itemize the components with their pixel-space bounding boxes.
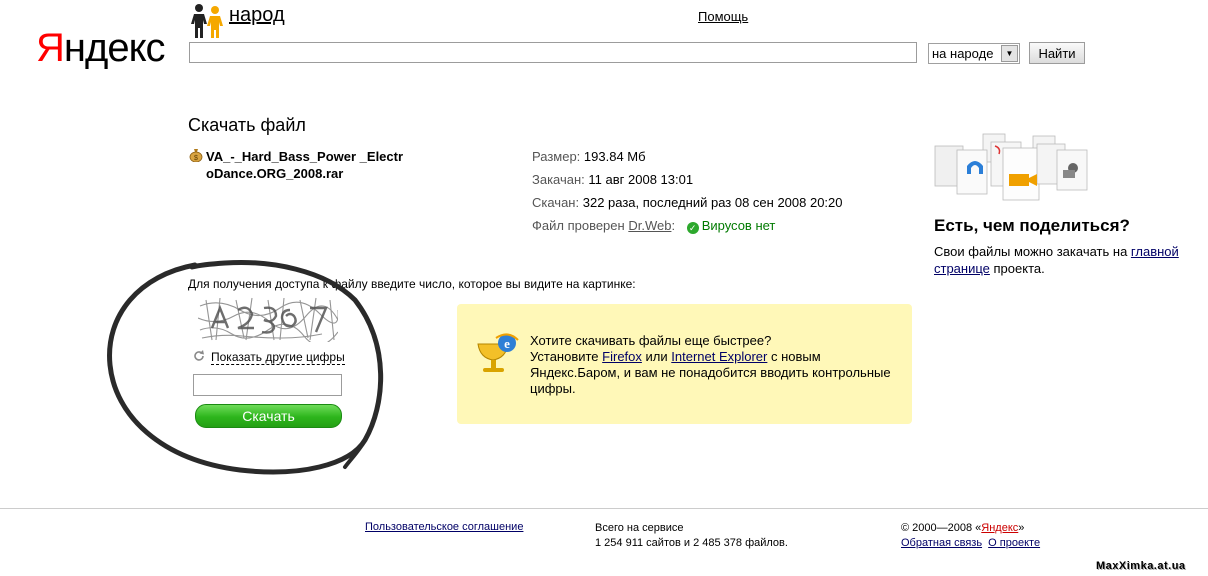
- about-project-link[interactable]: О проекте: [988, 537, 1040, 549]
- captcha-prompt: Для получения доступа к файлу введите чи…: [188, 277, 636, 291]
- file-virus-check: Файл проверен Dr.Web: ✓ Вирусов нет: [532, 218, 776, 234]
- copyright-block: © 2000—2008 «Яндекс» Обратная связь О пр…: [901, 522, 1041, 549]
- file-name: VA_-_Hard_Bass_Power _ElectroDance.ORG_2…: [206, 149, 404, 181]
- file-uploaded: Закачан: 11 авг 2008 13:01: [532, 172, 694, 187]
- promo-text: Хотите скачивать файлы еще быстрее? Уста…: [530, 333, 891, 396]
- share-text: Свои файлы можно закачать на главной стр…: [934, 244, 1179, 276]
- show-other-digits-link[interactable]: Показать другие цифры: [211, 350, 345, 365]
- search-input[interactable]: [189, 42, 917, 63]
- refresh-icon[interactable]: [193, 350, 205, 362]
- file-size: Размер: 193.84 Мб: [532, 149, 646, 164]
- share-title: Есть, чем поделиться?: [934, 216, 1130, 235]
- check-icon: ✓: [686, 222, 699, 234]
- service-stats: Всего на сервисе 1 254 911 сайтов и 2 48…: [595, 522, 788, 549]
- firefox-link[interactable]: Firefox: [602, 349, 642, 364]
- find-button[interactable]: Найти: [1029, 42, 1085, 64]
- narod-people-icon[interactable]: [190, 2, 226, 42]
- internet-explorer-link[interactable]: Internet Explorer: [671, 349, 767, 364]
- user-agreement-link[interactable]: Пользовательское соглашение: [365, 521, 523, 533]
- yandex-logo[interactable]: Яндекс: [36, 26, 166, 71]
- file-types-illustration: [934, 133, 1088, 201]
- svg-text:$: $: [194, 155, 198, 162]
- chevron-down-icon[interactable]: ▼: [1001, 45, 1018, 62]
- captcha-image: [198, 296, 338, 342]
- file-downloaded: Скачан: 322 раза, последний раз 08 сен 2…: [532, 195, 843, 210]
- narod-service-link[interactable]: народ: [229, 4, 285, 27]
- svg-text:e: e: [504, 336, 510, 351]
- virus-status: Вирусов нет: [701, 218, 776, 233]
- download-button[interactable]: Скачать: [195, 404, 342, 428]
- search-scope-select[interactable]: на народе ▼: [928, 43, 1020, 64]
- yandex-link[interactable]: Яндекс: [981, 522, 1018, 534]
- feedback-link[interactable]: Обратная связь: [901, 537, 982, 549]
- watermark: MaxXimka.at.ua: [1096, 560, 1186, 572]
- money-bag-icon: $: [189, 149, 203, 162]
- captcha-input[interactable]: [193, 374, 342, 396]
- page-title: Скачать файл: [188, 115, 306, 135]
- drweb-link[interactable]: Dr.Web: [628, 218, 671, 233]
- search-scope-value: на народе: [932, 46, 994, 61]
- help-link[interactable]: Помощь: [698, 9, 748, 24]
- yandex-bar-icon: e: [477, 333, 519, 372]
- footer-divider: [0, 508, 1208, 509]
